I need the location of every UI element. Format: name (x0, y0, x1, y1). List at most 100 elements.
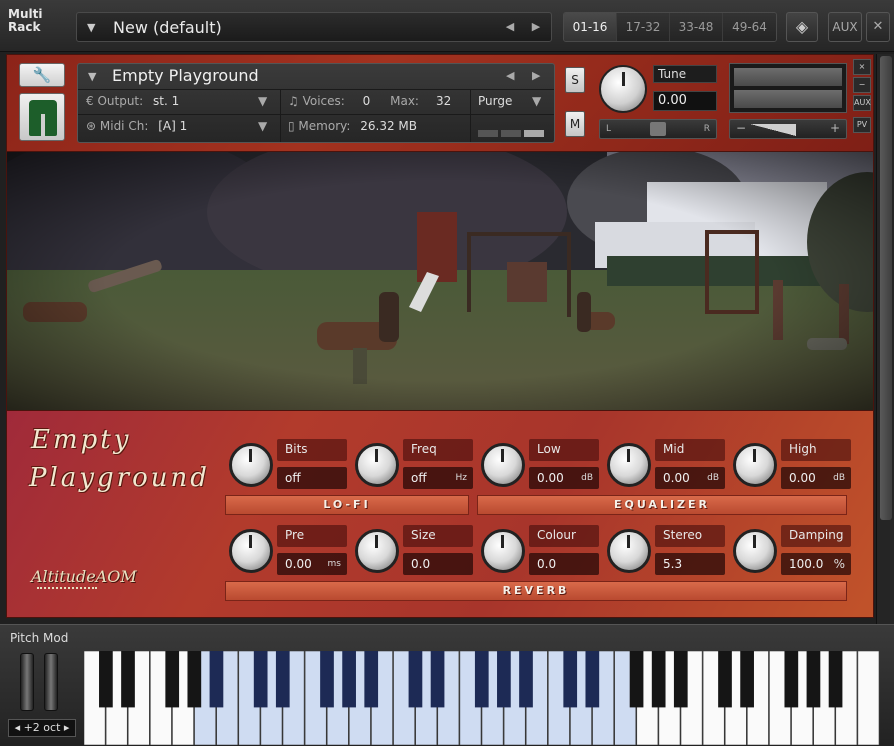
black-key[interactable] (342, 651, 356, 708)
max-voices-field[interactable]: 32 (436, 94, 451, 108)
black-key[interactable] (99, 651, 113, 708)
octave-shift[interactable]: ◂ +2 oct ▸ (8, 719, 76, 737)
stereo-knob[interactable] (607, 529, 651, 573)
black-key[interactable] (275, 651, 290, 708)
pitch-wheel[interactable] (20, 653, 34, 711)
voices-value: 0 (362, 94, 371, 108)
pre-unit: ms (327, 559, 341, 569)
black-key[interactable] (740, 651, 754, 708)
mod-wheel[interactable] (44, 653, 58, 711)
tune-value[interactable]: 0.00 (653, 91, 717, 111)
black-key[interactable] (828, 651, 843, 708)
dropdown-arrow-icon: ▼ (258, 94, 268, 108)
pre-value[interactable]: 0.00 ms (277, 553, 347, 575)
colour-knob[interactable] (481, 529, 525, 573)
piano-keyboard[interactable] (84, 651, 880, 745)
midi-channel-selector[interactable]: ⊛ Midi Ch: [A] 1 ▼ (86, 119, 267, 133)
octave-down-icon[interactable]: ◂ (15, 721, 24, 734)
low-knob[interactable] (481, 443, 525, 487)
black-key[interactable] (408, 651, 423, 708)
aux-toggle-button[interactable]: AUX (853, 95, 871, 111)
rack-page-tab[interactable]: 33-48 (670, 13, 723, 41)
volume-up-icon[interactable]: + (830, 121, 840, 135)
mute-button[interactable]: M (565, 111, 585, 137)
rack-scrollbar[interactable] (876, 54, 894, 624)
black-key[interactable] (320, 651, 334, 708)
instrument-icon[interactable] (19, 93, 65, 141)
tune-knob[interactable] (599, 65, 647, 113)
black-key[interactable] (718, 651, 732, 708)
mid-knob[interactable] (607, 443, 651, 487)
voices-icon: ♫ (288, 94, 303, 108)
high-value[interactable]: 0.00 dB (781, 467, 851, 489)
pan-slider[interactable]: L R (599, 119, 717, 139)
damping-value[interactable]: 100.0% (781, 553, 851, 575)
multi-preset-name: New (default) (113, 18, 222, 37)
midi-label: Midi Ch: (99, 119, 149, 133)
close-icon[interactable]: ✕ (866, 12, 890, 42)
size-knob[interactable] (355, 529, 399, 573)
size-value[interactable]: 0.0 (403, 553, 473, 575)
black-key[interactable] (563, 651, 578, 708)
black-key[interactable] (784, 651, 799, 708)
output-selector[interactable]: € Output: st. 1 ▼ (86, 94, 267, 108)
black-key[interactable] (629, 651, 644, 708)
pre-knob[interactable] (229, 529, 273, 573)
black-key[interactable] (121, 651, 135, 708)
solo-button[interactable]: S (565, 67, 585, 93)
rack-page-tab[interactable]: 49-64 (723, 13, 776, 41)
brand-underline (37, 587, 97, 595)
max-label: Max: (390, 94, 419, 108)
prev-arrow-icon[interactable]: ◀ (503, 20, 517, 33)
black-key[interactable] (430, 651, 445, 708)
black-key[interactable] (673, 651, 688, 708)
low-value[interactable]: 0.00 dB (529, 467, 599, 489)
bits-value[interactable]: off (277, 467, 347, 489)
wrench-icon[interactable]: 🔧 (19, 63, 65, 87)
close-instrument-icon[interactable]: × (853, 59, 871, 75)
dropdown-arrow-icon[interactable]: ▼ (87, 21, 95, 34)
kontakt-logo-icon[interactable]: ◈ (786, 12, 818, 42)
minimize-icon[interactable]: − (853, 77, 871, 93)
rack-page-tab[interactable]: 17-32 (617, 13, 670, 41)
black-key[interactable] (364, 651, 379, 708)
prev-arrow-icon[interactable]: ◀ (506, 69, 514, 82)
rack-page-tab[interactable]: 01-16 (564, 13, 617, 41)
black-key[interactable] (651, 651, 666, 708)
tune-label: Tune (653, 65, 717, 83)
pan-handle[interactable] (650, 122, 666, 136)
black-key[interactable] (806, 651, 821, 708)
black-key[interactable] (209, 651, 224, 708)
volume-slider[interactable]: − + (729, 119, 847, 139)
white-key[interactable] (857, 651, 880, 745)
rack-title-line2: Rack (8, 20, 41, 34)
black-key[interactable] (519, 651, 533, 708)
black-key[interactable] (187, 651, 202, 708)
black-key[interactable] (253, 651, 268, 708)
next-arrow-icon[interactable]: ▶ (529, 20, 543, 33)
black-key[interactable] (585, 651, 600, 708)
black-key[interactable] (165, 651, 180, 708)
purge-menu[interactable]: Purge ▼ (478, 94, 541, 108)
freq-unit: Hz (455, 473, 468, 483)
keyboard-area: Pitch Mod ◂ +2 oct ▸ (0, 624, 894, 746)
dropdown-arrow-icon[interactable]: ▼ (88, 70, 96, 83)
damping-knob[interactable] (733, 529, 777, 573)
next-arrow-icon[interactable]: ▶ (532, 69, 540, 82)
freq-knob[interactable] (355, 443, 399, 487)
freq-value[interactable]: off Hz (403, 467, 473, 489)
bits-knob[interactable] (229, 443, 273, 487)
high-knob[interactable] (733, 443, 777, 487)
multi-preset-selector[interactable]: ▼ New (default) ◀ ▶ (76, 12, 552, 42)
mid-value[interactable]: 0.00 dB (655, 467, 725, 489)
black-key[interactable] (497, 651, 511, 708)
colour-value[interactable]: 0.0 (529, 553, 599, 575)
black-key[interactable] (474, 651, 489, 708)
volume-down-icon[interactable]: − (736, 121, 746, 135)
octave-up-icon[interactable]: ▸ (60, 721, 70, 734)
aux-button[interactable]: AUX (828, 12, 862, 42)
stereo-value[interactable]: 5.3 (655, 553, 725, 575)
scrollbar-thumb[interactable] (880, 56, 892, 520)
pv-button[interactable]: PV (853, 117, 871, 133)
rack-page-tabs: 01-16 17-32 33-48 49-64 (563, 12, 777, 42)
